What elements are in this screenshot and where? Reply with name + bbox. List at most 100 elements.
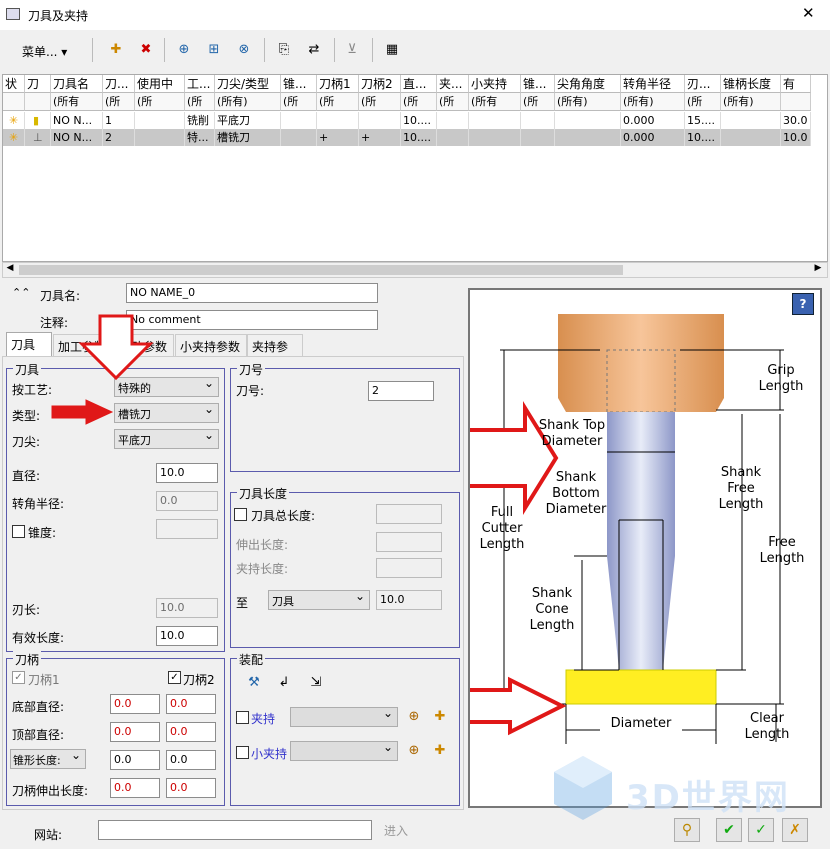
comment-input[interactable]: No comment: [126, 310, 378, 330]
column-header[interactable]: 刀尖/类型: [215, 75, 281, 93]
shank1-extension-input[interactable]: 0.0: [110, 778, 160, 798]
table-cell[interactable]: +: [317, 129, 359, 146]
column-filter[interactable]: [781, 93, 811, 111]
table-cell[interactable]: 10.0: [781, 129, 811, 146]
column-filter[interactable]: (所: [685, 93, 721, 111]
add-assembly-icon[interactable]: ⊞: [204, 40, 224, 60]
tip-select[interactable]: 平底刀: [114, 428, 219, 449]
shank2-top-diameter-input[interactable]: 0.0: [166, 722, 216, 742]
flute-length-input[interactable]: 10.0: [156, 598, 218, 618]
tab-machining[interactable]: 加工参数: [53, 334, 113, 356]
column-filter[interactable]: (所有: [469, 93, 521, 111]
tab-tool[interactable]: 刀具: [6, 332, 52, 356]
holder-new-icon[interactable]: ✚: [430, 707, 450, 727]
table-cell[interactable]: 2: [103, 129, 135, 146]
import-icon[interactable]: ↲: [274, 673, 294, 693]
column-filter[interactable]: (所有): [555, 93, 621, 111]
cone-length-button[interactable]: 锥形长度:: [10, 748, 86, 769]
table-cell[interactable]: +: [359, 129, 401, 146]
column-filter[interactable]: (所: [317, 93, 359, 111]
table-cell[interactable]: [469, 112, 521, 129]
column-filter[interactable]: (所: [401, 93, 437, 111]
column-header[interactable]: 转角半径: [621, 75, 685, 93]
taper-checkbox[interactable]: [12, 525, 25, 538]
total-length-input[interactable]: [376, 504, 442, 524]
corner-radius-input[interactable]: 0.0: [156, 491, 218, 511]
column-filter[interactable]: (所: [281, 93, 317, 111]
tool-name-input[interactable]: NO NAME_0: [126, 283, 378, 303]
column-header[interactable]: 夹...: [437, 75, 469, 93]
shank2-cone-length-input[interactable]: 0.0: [166, 750, 216, 770]
shank1-bottom-diameter-input[interactable]: 0.0: [110, 694, 160, 714]
cancel-icon[interactable]: ✗: [782, 818, 808, 842]
add-holder-icon[interactable]: ⊕: [174, 40, 194, 60]
shank1-top-diameter-input[interactable]: 0.0: [110, 722, 160, 742]
table-cell[interactable]: 15....: [685, 112, 721, 129]
table-cell[interactable]: [721, 129, 781, 146]
table-cell[interactable]: 特...: [185, 129, 215, 146]
column-filter[interactable]: (所: [359, 93, 401, 111]
small-holder-checkbox[interactable]: [236, 746, 249, 759]
table-cell[interactable]: 槽铣刀: [215, 129, 281, 146]
scroll-left-icon[interactable]: ◀: [3, 263, 17, 277]
column-filter[interactable]: (所: [185, 93, 215, 111]
column-header[interactable]: 刀: [25, 75, 51, 93]
small-holder-add-icon[interactable]: ⊕: [404, 741, 424, 761]
tab-motion[interactable]: 运动参数: [114, 334, 174, 356]
column-header[interactable]: 锥柄长度: [721, 75, 781, 93]
holder-select[interactable]: [290, 706, 398, 727]
column-filter[interactable]: (所: [437, 93, 469, 111]
holding-length-input[interactable]: [376, 558, 442, 578]
table-cell[interactable]: [437, 129, 469, 146]
table-cell[interactable]: [317, 112, 359, 129]
scroll-right-icon[interactable]: ▶: [811, 263, 825, 277]
shank2-checkbox[interactable]: ✓: [168, 671, 181, 684]
holder-checkbox[interactable]: [236, 711, 249, 724]
holder-add-icon[interactable]: ⊕: [404, 707, 424, 727]
extension-length-input[interactable]: [376, 532, 442, 552]
column-header[interactable]: 锥...: [281, 75, 317, 93]
table-cell[interactable]: [135, 112, 185, 129]
table-cell[interactable]: NO N...: [51, 112, 103, 129]
table-cell[interactable]: [521, 129, 555, 146]
table-cell[interactable]: [359, 112, 401, 129]
column-filter[interactable]: [3, 93, 25, 111]
table-cell[interactable]: [721, 112, 781, 129]
tool-table[interactable]: 状刀刀具名 (所有 NO N... NO N... 刀... (所 1 2 使用中 (所 工...(…: [2, 74, 828, 262]
column-header[interactable]: 刀具名: [51, 75, 103, 93]
column-filter[interactable]: (所有): [215, 93, 281, 111]
table-cell[interactable]: 10....: [685, 129, 721, 146]
column-header[interactable]: 工...: [185, 75, 215, 93]
menu-button[interactable]: 菜单... ▾: [22, 43, 67, 60]
table-cell[interactable]: [281, 129, 317, 146]
close-icon[interactable]: ✕: [802, 4, 815, 22]
column-header[interactable]: 尖角角度: [555, 75, 621, 93]
copy-icon[interactable]: ⎘: [274, 40, 294, 60]
website-input[interactable]: [98, 820, 372, 840]
tab-holder[interactable]: 夹持参数: [247, 334, 303, 371]
table-cell[interactable]: [555, 129, 621, 146]
table-cell[interactable]: [555, 112, 621, 129]
shank2-extension-input[interactable]: 0.0: [166, 778, 216, 798]
columns-icon[interactable]: ▦: [382, 40, 402, 60]
table-cell[interactable]: [281, 112, 317, 129]
column-header[interactable]: 使用中: [135, 75, 185, 93]
swap-icon[interactable]: ⇄: [304, 40, 324, 60]
ok-icon[interactable]: ✔: [716, 818, 742, 842]
export-icon[interactable]: ⇲: [306, 673, 326, 693]
column-header[interactable]: 小夹持: [469, 75, 521, 93]
apply-icon[interactable]: ✓: [748, 818, 774, 842]
table-cell[interactable]: [521, 112, 555, 129]
taper-input[interactable]: [156, 519, 218, 539]
shank1-cone-length-input[interactable]: 0.0: [110, 750, 160, 770]
diameter-input[interactable]: 10.0: [156, 463, 218, 483]
scroll-thumb[interactable]: [19, 265, 623, 275]
column-filter[interactable]: (所有): [621, 93, 685, 111]
tool-number-input[interactable]: 2: [368, 381, 434, 401]
new-tool-icon[interactable]: ✚: [106, 40, 126, 60]
table-cell[interactable]: 10....: [401, 129, 437, 146]
column-header[interactable]: 刀...: [103, 75, 135, 93]
table-cell[interactable]: 0.000: [621, 112, 685, 129]
add-shank-icon[interactable]: ⊗: [234, 40, 254, 60]
column-header[interactable]: 刀柄1: [317, 75, 359, 93]
